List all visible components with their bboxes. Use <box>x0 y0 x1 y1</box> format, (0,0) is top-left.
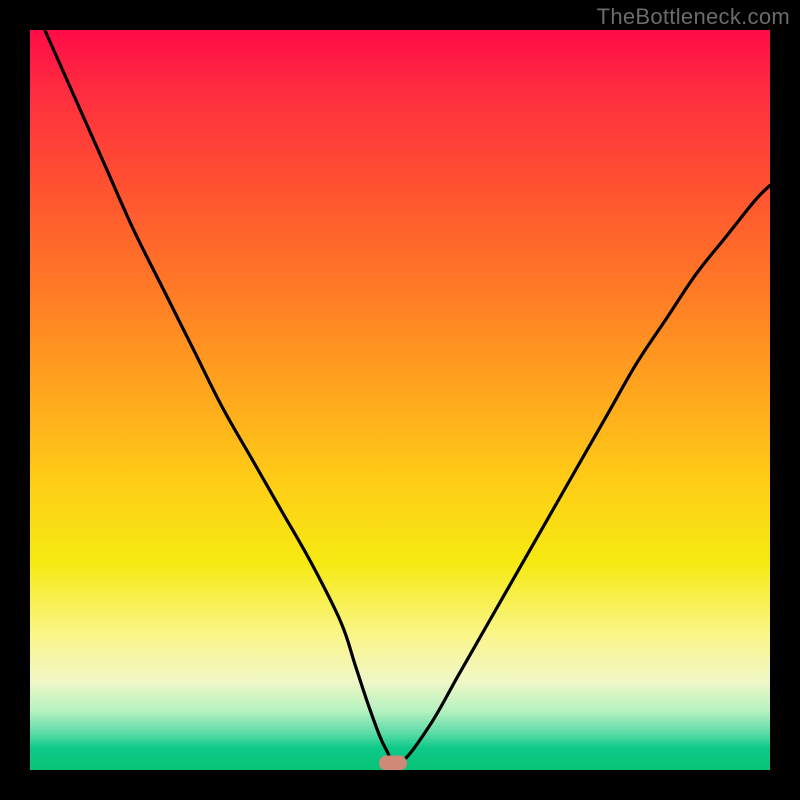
chart-frame: TheBottleneck.com <box>0 0 800 800</box>
optimal-point-marker <box>379 755 407 770</box>
watermark-text: TheBottleneck.com <box>597 4 790 30</box>
bottleneck-curve <box>30 30 770 770</box>
plot-area <box>30 30 770 770</box>
